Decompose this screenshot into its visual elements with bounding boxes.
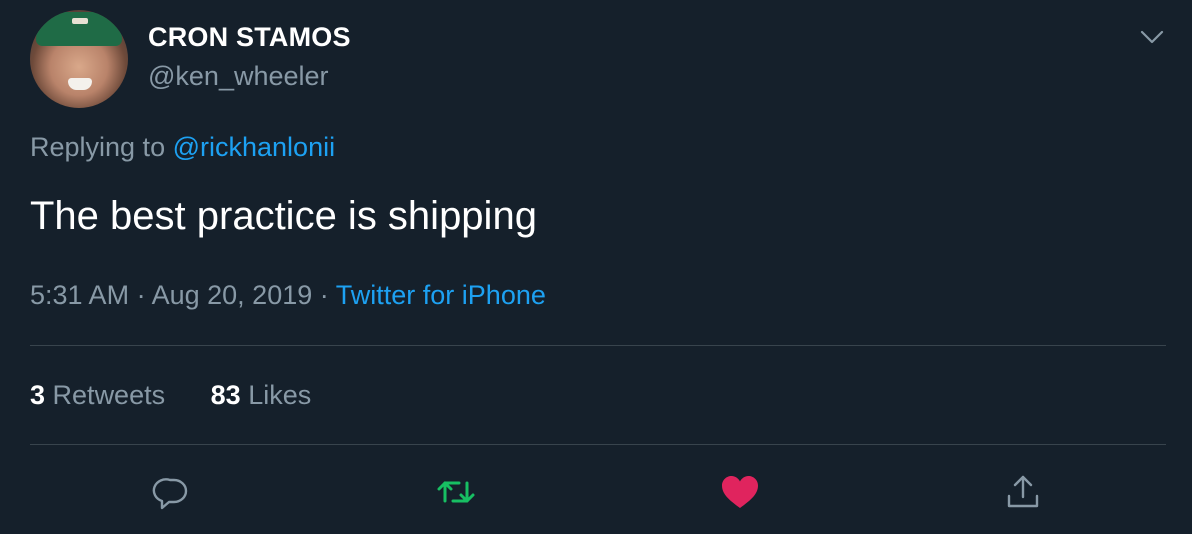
user-handle[interactable]: @ken_wheeler <box>148 61 329 92</box>
avatar-mouth <box>68 78 92 90</box>
chevron-down-icon[interactable] <box>1138 24 1166 48</box>
tweet-meta: 5:31 AM · Aug 20, 2019 · Twitter for iPh… <box>30 280 546 311</box>
meta-separator: · <box>319 280 329 310</box>
retweets-label: Retweets <box>52 380 166 410</box>
likes-label: Likes <box>248 380 312 410</box>
meta-separator: · <box>136 280 146 310</box>
replying-to-label: Replying to <box>30 132 166 162</box>
retweet-button[interactable] <box>432 470 480 518</box>
reply-mention-link[interactable]: @rickhanlonii <box>173 132 335 162</box>
retweets-stat[interactable]: 3 Retweets <box>30 380 165 411</box>
divider <box>30 345 1166 346</box>
likes-count: 83 <box>210 380 241 410</box>
avatar[interactable] <box>30 10 128 108</box>
replying-to-line: Replying to @rickhanlonii <box>30 132 335 163</box>
reply-button[interactable] <box>148 470 196 518</box>
heart-icon <box>719 472 761 517</box>
tweet-time[interactable]: 5:31 AM <box>30 280 129 310</box>
like-button[interactable] <box>716 470 764 518</box>
share-button[interactable] <box>999 470 1047 518</box>
tweet-text: The best practice is shipping <box>30 194 537 238</box>
share-icon <box>1003 472 1043 517</box>
likes-stat[interactable]: 83 Likes <box>211 380 312 411</box>
divider <box>30 444 1166 445</box>
tweet-source-link[interactable]: Twitter for iPhone <box>336 280 546 310</box>
reply-bubble-icon <box>152 472 192 517</box>
display-name[interactable]: CRON STAMOS <box>148 22 351 53</box>
avatar-cap <box>36 12 122 46</box>
retweet-icon <box>434 472 478 517</box>
retweets-count: 3 <box>30 380 46 410</box>
tweet-stats: 3 Retweets 83 Likes <box>30 380 311 411</box>
tweet-date[interactable]: Aug 20, 2019 <box>152 280 313 310</box>
